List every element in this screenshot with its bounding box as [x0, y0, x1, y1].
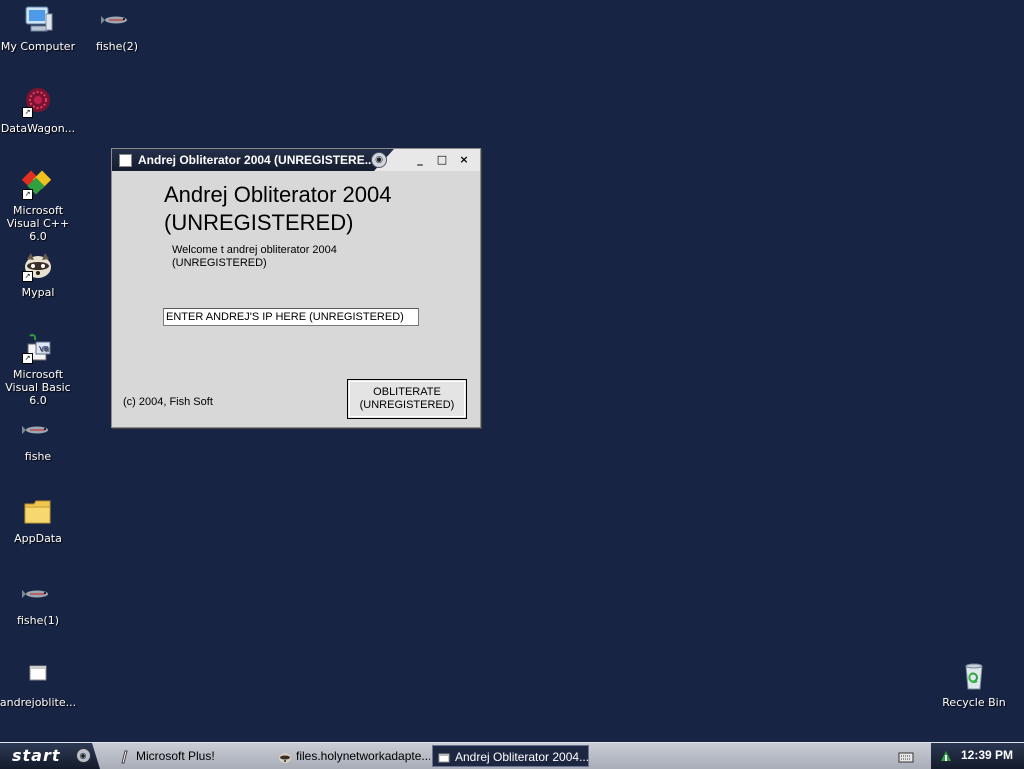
shortcut-arrow-icon: ↗: [22, 271, 33, 282]
taskbar-item-label: Microsoft Plus!: [136, 749, 215, 763]
app-icon: [119, 154, 132, 167]
app-heading-line2: (UNREGISTERED): [164, 210, 354, 235]
taskbar-item-label: Andrej Obliterator 2004...: [455, 750, 589, 764]
desktop-icon-label: My Computer: [0, 40, 76, 53]
welcome-text: Welcome t andrej obliterator 2004 (UNREG…: [172, 244, 372, 270]
fish-icon: [22, 578, 54, 610]
welcome-line2: (UNREGISTERED): [172, 257, 267, 269]
keyboard-tray-icon[interactable]: [898, 749, 914, 763]
desktop-icon-label: Recycle Bin: [942, 696, 1006, 709]
desktop-icon-fishe[interactable]: fishe: [0, 414, 78, 463]
taskbar-item-microsoft-plus[interactable]: Microsoft Plus!: [114, 745, 264, 767]
obliterate-button-line1: OBLITERATE: [373, 386, 441, 398]
desktop-icon-fishe-1[interactable]: fishe(1): [0, 578, 78, 627]
visual-basic-icon: VB ↗: [22, 332, 54, 364]
raccoon-icon: [278, 749, 292, 763]
desktop-icon-fishe-2[interactable]: fishe(2): [77, 4, 157, 53]
desktop-icon-appdata[interactable]: AppData: [0, 496, 78, 545]
taskbar-item-files-holynetwork[interactable]: files.holynetworkadapte...: [274, 745, 430, 767]
window-menu-orb-icon[interactable]: ◉: [371, 152, 387, 168]
start-button[interactable]: start ◉: [0, 743, 100, 769]
shortcut-arrow-icon: ↗: [22, 353, 33, 364]
desktop-icon-my-computer[interactable]: My Computer: [0, 4, 78, 53]
desktop-icon-datawagon[interactable]: ↗ DataWagon...: [0, 86, 78, 135]
file-icon: [22, 660, 54, 692]
desktop-icon-mypal[interactable]: ↗ Mypal: [0, 250, 78, 299]
clock[interactable]: 12:39 PM: [961, 748, 1013, 762]
copyright-text: (c) 2004, Fish Soft: [123, 396, 213, 408]
fish-icon: [101, 4, 133, 36]
raccoon-icon: ↗: [22, 250, 54, 282]
taskbar-item-label: files.holynetworkadapte...: [296, 749, 430, 763]
ip-input[interactable]: ENTER ANDREJ'S IP HERE (UNREGISTERED): [163, 308, 419, 326]
desktop-icon-label: fishe(2): [96, 40, 138, 53]
svg-text:VB: VB: [39, 345, 49, 353]
document-icon: [118, 749, 132, 764]
minimize-button[interactable]: _: [412, 152, 428, 168]
desktop-icon-label: fishe(1): [17, 614, 59, 627]
desktop-icon-label: andrejoblite...: [0, 696, 77, 709]
app-heading: Andrej Obliterator 2004 (UNREGISTERED): [164, 181, 391, 237]
desktop-icon-label: Microsoft Visual Basic 6.0: [5, 368, 71, 407]
taskbar: start ◉ Microsoft Plus! files.holynetwor…: [0, 742, 1024, 769]
obliterate-button-line2: (UNREGISTERED): [359, 399, 455, 411]
desktop-icon-label: Mypal: [21, 286, 55, 299]
desktop-icon-andrejobliterator[interactable]: andrejoblite...: [0, 660, 78, 709]
window-titlebar[interactable]: Andrej Obliterator 2004 (UNREGISTERE... …: [112, 149, 480, 171]
recycle-bin-icon: [958, 660, 990, 692]
fish-icon: [22, 414, 54, 446]
network-tray-icon[interactable]: [939, 748, 953, 762]
maximize-button[interactable]: □: [434, 152, 450, 168]
taskbar-item-andrej-obliterator[interactable]: Andrej Obliterator 2004...: [432, 745, 589, 767]
desktop-icon-label: Microsoft Visual C++ 6.0: [6, 204, 70, 243]
welcome-line1: Welcome t andrej obliterator 2004: [172, 244, 337, 256]
start-orb-icon: ◉: [76, 748, 91, 763]
visual-cpp-icon: ↗: [21, 168, 54, 200]
app-icon: [437, 750, 451, 764]
start-label: start: [12, 746, 61, 765]
desktop-icon-visual-basic[interactable]: VB ↗ Microsoft Visual Basic 6.0: [0, 332, 78, 407]
app-window: Andrej Obliterator 2004 (UNREGISTERE... …: [111, 148, 481, 428]
desktop-icon-label: fishe: [24, 450, 52, 463]
desktop-icon-label: DataWagon...: [0, 122, 76, 135]
window-title: Andrej Obliterator 2004 (UNREGISTERE...: [138, 153, 375, 167]
desktop-icon-visual-cpp[interactable]: ↗ Microsoft Visual C++ 6.0: [0, 168, 78, 243]
app-heading-line1: Andrej Obliterator 2004: [164, 182, 392, 207]
computer-icon: [22, 4, 54, 36]
system-tray: 12:39 PM: [931, 743, 1024, 769]
obliterate-button[interactable]: OBLITERATE (UNREGISTERED): [347, 379, 467, 419]
shortcut-arrow-icon: ↗: [22, 189, 33, 200]
close-button[interactable]: ×: [456, 152, 472, 168]
shortcut-arrow-icon: ↗: [22, 107, 33, 118]
folder-icon: [22, 496, 54, 528]
datawagon-icon: ↗: [22, 86, 54, 118]
desktop-icon-recycle-bin[interactable]: Recycle Bin: [934, 660, 1014, 709]
desktop-icon-label: AppData: [14, 532, 62, 545]
